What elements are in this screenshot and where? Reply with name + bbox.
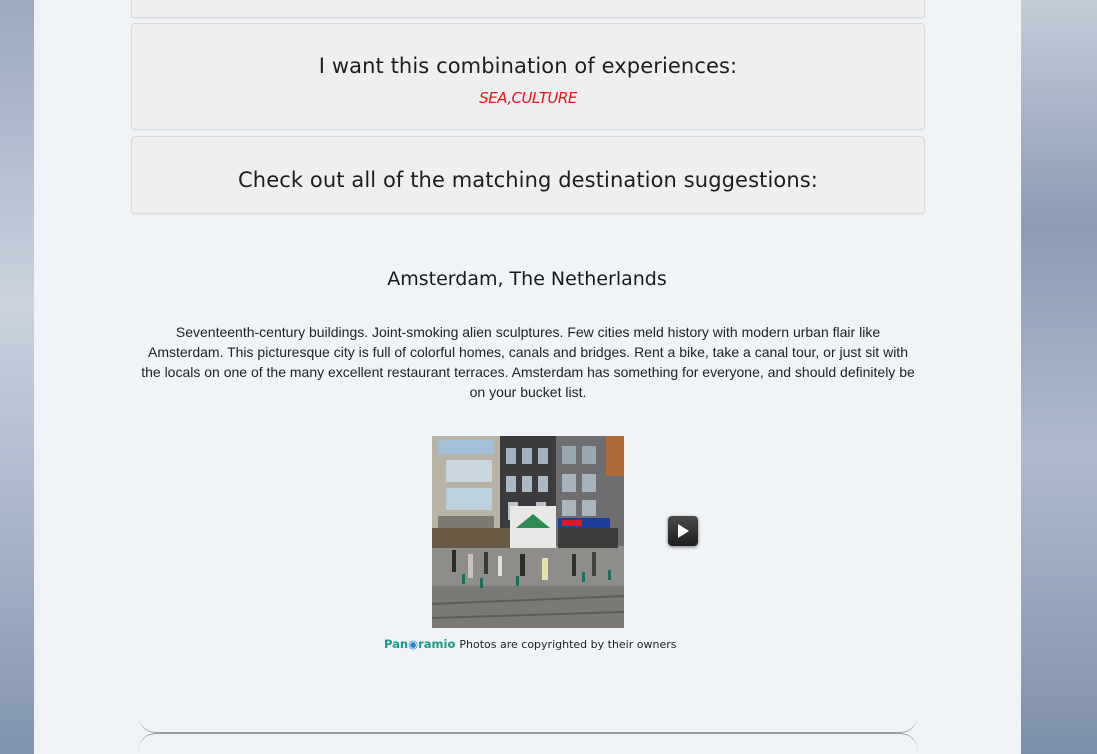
next-photo-button[interactable] <box>668 516 698 546</box>
suggestions-panel: Check out all of the matching destinatio… <box>131 136 925 214</box>
panoramio-logo[interactable]: Pan◉ramio <box>384 637 455 651</box>
combination-panel: I want this combination of experiences: … <box>131 23 925 130</box>
background-right <box>1021 0 1097 754</box>
suggestions-heading: Check out all of the matching destinatio… <box>238 168 818 192</box>
destination-description: Seventeenth-century buildings. Joint-smo… <box>141 324 915 400</box>
combination-value: SEA,CULTURE <box>479 89 577 107</box>
destination-title: Amsterdam, The Netherlands <box>387 268 667 290</box>
divider-upper <box>138 712 918 733</box>
previous-panel <box>131 0 925 18</box>
credit-text: Photos are copyrighted by their owners <box>459 638 677 651</box>
play-triangle-icon <box>678 524 689 538</box>
main-content: I want this combination of experiences: … <box>34 0 1021 754</box>
combination-heading: I want this combination of experiences: <box>318 54 738 78</box>
photo-credit: Pan◉ramio Photos are copyrighted by their… <box>384 637 684 651</box>
amsterdam-street-photo <box>432 436 624 628</box>
divider-lower <box>138 733 918 754</box>
background-left <box>0 0 34 754</box>
destination-photo[interactable] <box>432 436 624 628</box>
